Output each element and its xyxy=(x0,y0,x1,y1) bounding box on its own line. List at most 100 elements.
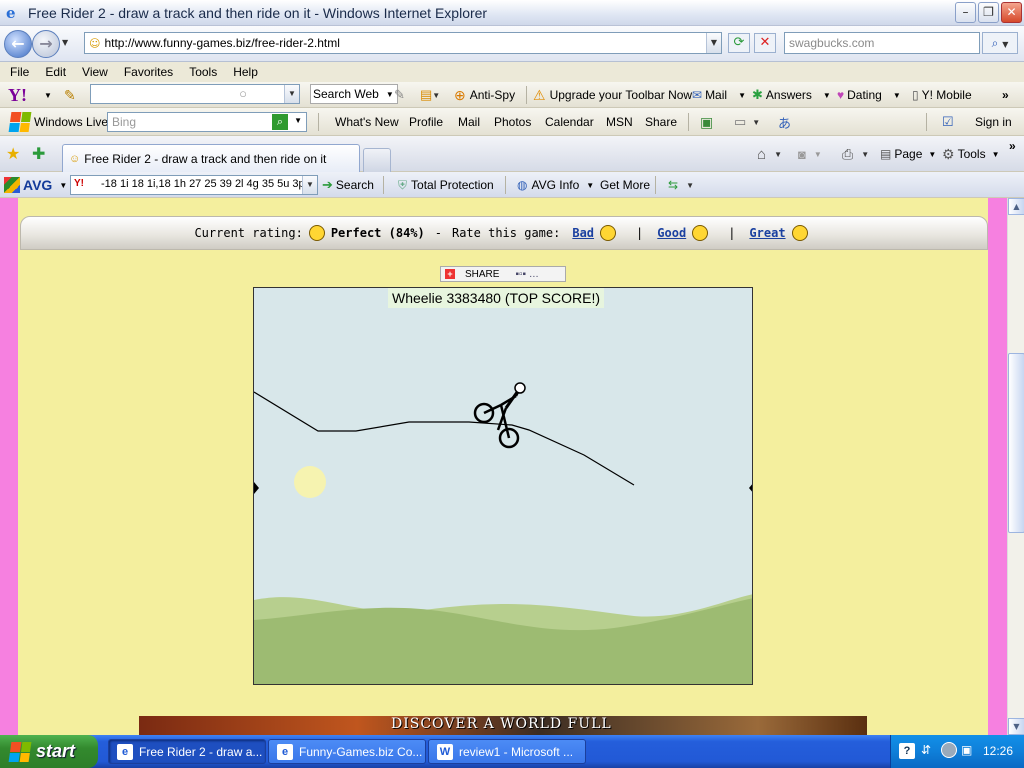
address-url: http://www.funny-games.biz/free-rider-2.… xyxy=(104,36,340,50)
tools-menu-button[interactable]: ⚙ Tools ▼ xyxy=(942,136,1000,172)
monitor-icon[interactable]: ▣ xyxy=(961,743,972,757)
avg-info-button[interactable]: ◍ AVG Info ▼ xyxy=(517,172,594,198)
total-protection-button[interactable]: ⛨ Total Protection xyxy=(398,172,494,198)
search-input[interactable]: swagbucks.com xyxy=(784,32,980,54)
page-menu-button[interactable]: ▤ Page ▼ xyxy=(880,136,936,172)
tab-free-rider-2[interactable]: ☺ Free Rider 2 - draw a track and then r… xyxy=(62,144,360,172)
live-link-msn[interactable]: MSN xyxy=(606,108,633,136)
live-link-calendar[interactable]: Calendar xyxy=(545,108,594,136)
taskbar-item-label: Funny-Games.biz Co... xyxy=(299,744,423,759)
sign-in-link[interactable]: Sign in xyxy=(975,108,1012,136)
highlight-icon[interactable]: ✎ xyxy=(394,82,405,108)
home-icon[interactable]: ⌂ ▼ xyxy=(757,136,782,172)
bing-placeholder: Bing xyxy=(112,115,137,129)
feeds-icon[interactable]: ◙ ▼ xyxy=(798,136,822,172)
bing-search-icon[interactable]: ⌕ xyxy=(272,114,288,130)
pencil-icon[interactable]: ✎ xyxy=(64,82,76,108)
menu-tools[interactable]: Tools xyxy=(189,65,217,79)
stop-button[interactable]: ✕ xyxy=(754,33,776,53)
bing-dropdown[interactable]: ▼ xyxy=(294,116,302,125)
search-button[interactable]: ⌕ ▼ xyxy=(982,32,1018,54)
avg-search-input[interactable]: Y! -18 1i 18 1i,18 1h 27 25 39 2l 4g 35 … xyxy=(70,175,318,195)
live-link-profile[interactable]: Profile xyxy=(409,108,443,136)
upgrade-label: Upgrade your Toolbar Now xyxy=(549,88,693,102)
vertical-scrollbar[interactable]: ▲ ▼ xyxy=(1007,198,1024,735)
history-dropdown[interactable]: ▼ xyxy=(62,38,68,47)
windows-flag-icon xyxy=(8,112,32,132)
dating-button[interactable]: ♥ Dating ▼ xyxy=(837,82,901,108)
maximize-button[interactable]: ❐ xyxy=(978,2,999,23)
avg-search-button[interactable]: ➔ Search xyxy=(322,172,374,198)
live-link-mail[interactable]: Mail xyxy=(458,108,480,136)
live-link-share[interactable]: Share xyxy=(645,108,677,136)
close-button[interactable]: ✕ xyxy=(1001,2,1022,23)
help-icon[interactable]: ? xyxy=(899,743,915,759)
sun xyxy=(294,466,326,498)
rate-game-label: Rate this game: xyxy=(451,226,561,240)
form-fill-icon[interactable]: ▭ ▼ xyxy=(734,108,760,136)
back-button[interactable]: ← xyxy=(4,30,32,58)
chart-icon[interactable]: ▣ xyxy=(700,108,713,136)
translate-icon[interactable]: あ xyxy=(778,108,791,136)
avg-brand[interactable]: AVG ▼ xyxy=(4,172,67,198)
checkbox-icon[interactable]: ☑ xyxy=(942,108,954,136)
toolbar-options-icon[interactable]: ▤ ▼ xyxy=(420,82,440,108)
avg-search-dropdown[interactable]: ▼ xyxy=(302,176,317,194)
menu-help[interactable]: Help xyxy=(233,65,258,79)
share-button[interactable]: + SHARE ▪▫▪ … xyxy=(440,266,566,282)
menu-edit[interactable]: Edit xyxy=(45,65,66,79)
live-link-photos[interactable]: Photos xyxy=(494,108,531,136)
add-favorite-icon[interactable]: ✚ xyxy=(32,136,45,172)
print-icon[interactable]: ⎙ ▼ xyxy=(842,136,869,172)
bing-search-input[interactable]: Bing ⌕ ▼ xyxy=(107,112,307,132)
refresh-button[interactable]: ⟳ xyxy=(728,33,750,53)
yahoo-search-input[interactable]: ○ ▼ xyxy=(90,84,300,104)
banner-text: DISCOVER A WORLD FULL xyxy=(391,716,612,732)
network-icon[interactable]: ⇵ xyxy=(921,743,931,757)
taskbar-item-funny-games[interactable]: e Funny-Games.biz Co... xyxy=(268,739,426,764)
get-more-button[interactable]: Get More xyxy=(600,172,650,198)
yahoo-search-dropdown[interactable]: ▼ xyxy=(284,85,299,103)
address-dropdown[interactable]: ▼ xyxy=(706,33,721,53)
new-tab-button[interactable] xyxy=(363,148,391,172)
mobile-label: Y! Mobile xyxy=(921,88,972,102)
windows-live-brand[interactable]: Windows Live xyxy=(8,108,109,136)
mobile-button[interactable]: ▯ Y! Mobile xyxy=(912,82,972,108)
advertisement-banner[interactable]: DISCOVER A WORLD FULL xyxy=(139,716,867,735)
mail-button[interactable]: ✉ Mail ▼ xyxy=(692,82,746,108)
avg-logo-icon xyxy=(4,177,20,193)
game-canvas[interactable]: Wheelie 3383480 (TOP SCORE!) xyxy=(253,287,753,685)
minimize-button[interactable]: – xyxy=(955,2,976,23)
total-protection-label: Total Protection xyxy=(411,178,494,192)
page-icon: ▤ xyxy=(880,147,892,161)
start-button[interactable]: start xyxy=(0,735,98,768)
anti-spy-button[interactable]: ⊕ Anti-Spy xyxy=(454,82,515,108)
yahoo-logo[interactable]: Y! xyxy=(8,82,27,108)
address-input[interactable]: ☺ http://www.funny-games.biz/free-rider-… xyxy=(84,32,722,54)
rate-bad-link[interactable]: Bad xyxy=(572,226,594,240)
command-bar-overflow-chevron-icon[interactable]: » xyxy=(1009,136,1016,156)
forward-button[interactable]: → xyxy=(32,30,60,58)
taskbar-item-free-rider[interactable]: e Free Rider 2 - draw a... xyxy=(108,739,266,764)
globe-icon: ◍ xyxy=(517,178,528,192)
upgrade-toolbar-button[interactable]: ⚠ Upgrade your Toolbar Now xyxy=(533,82,692,108)
menu-file[interactable]: File xyxy=(10,65,29,79)
search-web-button[interactable]: Search Web ▼ xyxy=(310,84,398,104)
taskbar-item-label: Free Rider 2 - draw a... xyxy=(139,744,263,759)
answers-button[interactable]: ✱ Answers ▼ xyxy=(752,82,831,108)
windows-live-label: Windows Live xyxy=(34,115,109,129)
avg-extra-icon[interactable]: ⇆ ▼ xyxy=(668,172,694,198)
rate-great-link[interactable]: Great xyxy=(749,226,785,240)
menu-view[interactable]: View xyxy=(82,65,108,79)
toolbar-overflow-chevron-icon[interactable]: » xyxy=(1002,82,1009,108)
live-link-whats-new[interactable]: What's New xyxy=(335,108,399,136)
yahoo-logo-dropdown[interactable]: ▼ xyxy=(44,82,52,108)
menu-favorites[interactable]: Favorites xyxy=(124,65,173,79)
favorites-star-icon[interactable]: ★ xyxy=(6,136,20,172)
scroll-down-button[interactable]: ▼ xyxy=(1008,718,1024,735)
rate-good-link[interactable]: Good xyxy=(657,226,686,240)
scroll-up-button[interactable]: ▲ xyxy=(1008,198,1024,215)
taskbar-item-review1[interactable]: W review1 - Microsoft ... xyxy=(428,739,586,764)
collapse-tray-icon[interactable] xyxy=(941,742,957,758)
scroll-thumb[interactable] xyxy=(1008,353,1024,533)
